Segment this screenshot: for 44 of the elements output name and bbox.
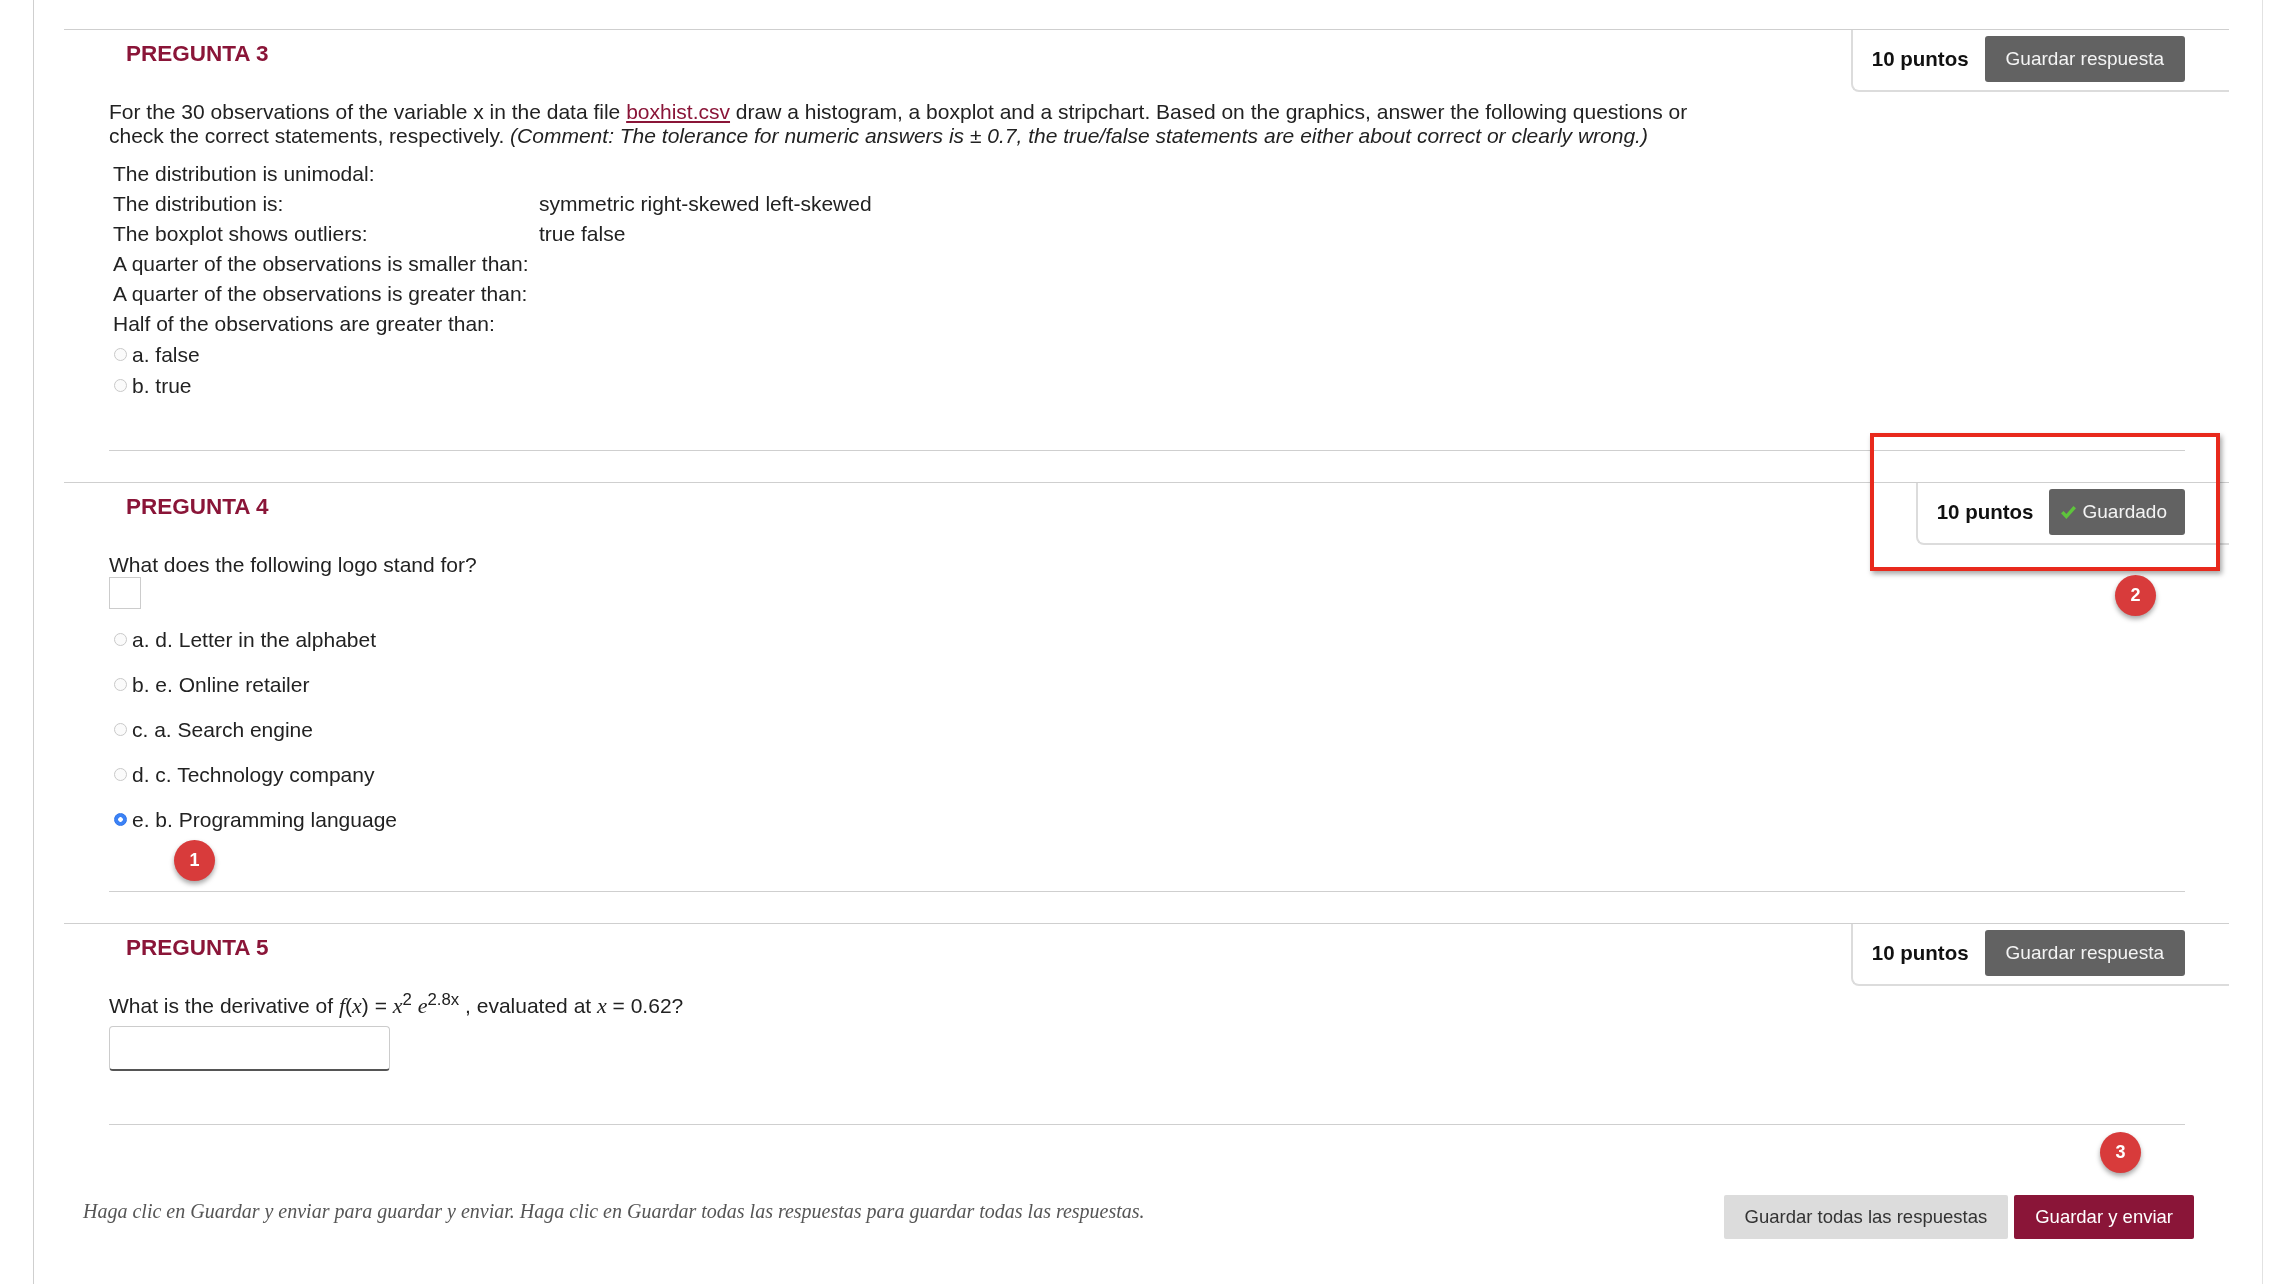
- save-all-button[interactable]: Guardar todas las respuestas: [1723, 1195, 2009, 1239]
- radio-button[interactable]: [114, 633, 127, 646]
- radio-button[interactable]: [114, 813, 127, 826]
- file-link[interactable]: boxhist.csv: [626, 100, 730, 123]
- answer-field[interactable]: [109, 1026, 390, 1071]
- option-label: e. b. Programming language: [132, 807, 397, 832]
- statement-options: true false: [539, 219, 626, 249]
- option-label: b. true: [132, 373, 192, 398]
- radio-button[interactable]: [114, 723, 127, 736]
- submit-button[interactable]: Guardar y enviar: [2014, 1195, 2194, 1239]
- statement-label: The distribution is:: [113, 191, 285, 217]
- question-title: PREGUNTA 3: [125, 40, 269, 67]
- option-label: d. c. Technology company: [132, 762, 375, 787]
- callout-badge: 1: [174, 840, 215, 881]
- radio-button[interactable]: [114, 678, 127, 691]
- image-placeholder: [109, 577, 141, 609]
- points-label: 10 puntos: [1936, 500, 2034, 524]
- callout-badge: 2: [2115, 575, 2156, 616]
- option-label: a. false: [132, 342, 200, 367]
- save-answer-button[interactable]: Guardar respuesta: [1984, 36, 2185, 82]
- statement-label: The boxplot shows outliers:: [113, 221, 369, 247]
- statement-label: A quarter of the observations is greater than:: [113, 281, 529, 307]
- saved-button[interactable]: Guardado: [2049, 489, 2185, 535]
- option-label: b. e. Online retailer: [132, 672, 310, 697]
- option-label: a. d. Letter in the alphabet: [132, 627, 376, 652]
- radio-button[interactable]: [114, 768, 127, 781]
- question-title: PREGUNTA 4: [125, 493, 269, 520]
- radio-button[interactable]: [114, 379, 127, 392]
- question-title: PREGUNTA 5: [125, 934, 269, 961]
- question-text: What is the derivative of f(x) = x$^{2}$ e$^{2.8x}$ , evaluated at x = 0.62?: [109, 994, 685, 1018]
- instructions-text: Haga clic en Guardar y enviar para guardar y enviar. Haga clic en Guardar todas las respuestas para guardar todas las respuestas.: [83, 1199, 1145, 1223]
- question-text: What does the following logo stand for?: [109, 553, 478, 577]
- points-label: 10 puntos: [1871, 47, 1969, 71]
- points-label: 10 puntos: [1871, 941, 1969, 965]
- statement-label: A quarter of the observations is smaller than:: [113, 251, 530, 277]
- save-answer-button[interactable]: Guardar respuesta: [1984, 930, 2185, 976]
- statement-options: symmetric right-skewed left-skewed: [539, 189, 872, 219]
- check-icon: [2061, 505, 2077, 519]
- statement-label: Half of the observations are greater than:: [113, 311, 496, 337]
- question-text: For the 30 observations of the variable x in the data file boxhist.csv draw a histogram, a boxplot and a stripchart. Based on the graphics, answer the following questions or check the correct statements, respectively. (Comment: The tolerance for numeric answers is ± 0.7, the true/false statements are either about correct or clearly wrong.): [109, 100, 1689, 148]
- option-label: c. a. Search engine: [132, 717, 313, 742]
- callout-badge: 3: [2100, 1132, 2141, 1173]
- radio-button[interactable]: [114, 348, 127, 361]
- statement-label: The distribution is unimodal:: [113, 161, 376, 187]
